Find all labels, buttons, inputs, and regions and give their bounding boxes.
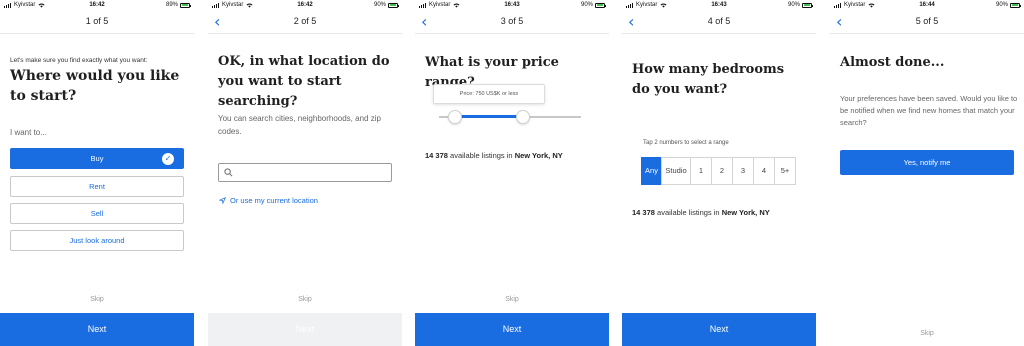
- step-indicator: 5 of 5: [915, 16, 939, 26]
- description-text: Your preferences have been saved. Would …: [840, 94, 1018, 127]
- step-indicator: 1 of 5: [85, 16, 109, 26]
- status-bar: Kyivstar 16:43 90%: [622, 0, 816, 12]
- i-want-to-label: I want to...: [10, 128, 47, 137]
- listings-text: available listings in: [450, 151, 513, 160]
- price-tooltip-label: Price: 750 US$K or less: [459, 91, 519, 97]
- nav-bar: ‹ 5 of 5: [830, 12, 1024, 34]
- next-button[interactable]: Next: [622, 313, 816, 346]
- listings-count: 14 378: [425, 151, 448, 160]
- location-arrow-icon: [219, 197, 226, 204]
- onboarding-screen-5: Kyivstar 16:44 90% ‹ 5 of 5 Almost done.…: [830, 0, 1024, 346]
- page-title: Where would you like to start?: [10, 68, 180, 104]
- price-slider[interactable]: [439, 110, 581, 124]
- price-tooltip: Price: 750 US$K or less: [433, 84, 545, 104]
- option-rent[interactable]: Rent: [10, 176, 184, 197]
- status-time: 16:42: [89, 2, 105, 8]
- battery-percent: 90%: [787, 2, 800, 8]
- step-indicator: 2 of 5: [293, 16, 317, 26]
- status-bar: Kyivstar 16:43 90%: [415, 0, 609, 12]
- status-time: 16:43: [504, 2, 520, 8]
- skip-button[interactable]: Skip: [830, 330, 1024, 337]
- bedroom-option-any[interactable]: Any: [641, 157, 662, 185]
- next-button[interactable]: Next: [415, 313, 609, 346]
- battery-percent: 89%: [165, 2, 178, 8]
- search-field[interactable]: [235, 166, 385, 179]
- current-location-link[interactable]: Or use my current location: [219, 196, 318, 205]
- battery-icon: [180, 2, 191, 8]
- option-label: Rent: [89, 182, 105, 191]
- status-time: 16:44: [919, 2, 935, 8]
- battery-icon: [1010, 2, 1021, 8]
- battery-percent: 90%: [373, 2, 386, 8]
- option-label: Buy: [90, 154, 104, 163]
- battery-icon: [802, 2, 813, 8]
- bedroom-option-studio[interactable]: Studio: [661, 157, 691, 185]
- next-button[interactable]: Next: [0, 313, 194, 346]
- bedroom-option-5-plus[interactable]: 5+: [774, 157, 796, 185]
- onboarding-screen-3: Kyivstar 16:43 90% ‹ 3 of 5 What is your…: [415, 0, 609, 346]
- check-circle-icon: ✓: [162, 153, 174, 165]
- status-bar: Kyivstar 16:42 89%: [0, 0, 194, 12]
- status-bar: Kyivstar 16:42 90%: [208, 0, 402, 12]
- step-indicator: 4 of 5: [707, 16, 731, 26]
- skip-button[interactable]: Skip: [0, 296, 194, 303]
- listings-location: New York, NY: [514, 151, 563, 160]
- listings-text: available listings in: [657, 208, 720, 217]
- step-indicator: 3 of 5: [500, 16, 524, 26]
- option-sell[interactable]: Sell: [10, 203, 184, 224]
- intro-text: Let's make sure you find exactly what yo…: [10, 57, 148, 64]
- skip-button[interactable]: Skip: [208, 296, 402, 303]
- listings-count: 14 378: [632, 208, 655, 217]
- notify-button[interactable]: Yes, notify me: [840, 150, 1014, 175]
- slider-handle-max[interactable]: [515, 110, 530, 124]
- skip-button[interactable]: Skip: [415, 296, 609, 303]
- option-label: Sell: [90, 209, 104, 218]
- page-title: Almost done...: [840, 55, 945, 70]
- bedroom-option-4[interactable]: 4: [753, 157, 775, 185]
- range-hint: Tap 2 numbers to select a range: [643, 140, 729, 146]
- battery-percent: 90%: [580, 2, 593, 8]
- bedroom-option-3[interactable]: 3: [732, 157, 754, 185]
- listings-summary: 14 378 available listings in New York, N…: [632, 208, 770, 217]
- nav-bar: ‹ 3 of 5: [415, 12, 609, 34]
- battery-icon: [388, 2, 399, 8]
- nav-bar: ‹ 2 of 5: [208, 12, 402, 34]
- status-bar: Kyivstar 16:44 90%: [830, 0, 1024, 12]
- battery-percent: 90%: [995, 2, 1008, 8]
- onboarding-screen-4: Kyivstar 16:43 90% ‹ 4 of 5 How many bed…: [622, 0, 816, 346]
- onboarding-screen-1: Kyivstar 16:42 89% 1 of 5 Let's make sur…: [0, 0, 194, 346]
- page-title: How many bedrooms do you want?: [632, 62, 785, 97]
- page-title: OK, in what location do you want to star…: [218, 54, 390, 109]
- search-input[interactable]: [218, 163, 392, 182]
- status-time: 16:42: [297, 2, 313, 8]
- description-text: You can search cities, neighborhoods, an…: [218, 114, 381, 136]
- bedroom-option-2[interactable]: 2: [711, 157, 733, 185]
- listings-summary: 14 378 available listings in New York, N…: [425, 151, 563, 160]
- onboarding-screen-2: Kyivstar 16:42 90% ‹ 2 of 5 OK, in what …: [208, 0, 402, 346]
- nav-bar: 1 of 5: [0, 12, 194, 34]
- slider-handle-min[interactable]: [447, 110, 462, 124]
- search-icon: [224, 168, 233, 177]
- status-time: 16:43: [711, 2, 727, 8]
- option-label: Just look around: [69, 236, 125, 245]
- next-button[interactable]: Next: [208, 313, 402, 346]
- option-just-look-around[interactable]: Just look around: [10, 230, 184, 251]
- bedroom-selector: Any Studio 1 2 3 4 5+: [641, 157, 796, 185]
- listings-location: New York, NY: [721, 208, 770, 217]
- nav-bar: ‹ 4 of 5: [622, 12, 816, 34]
- bedroom-option-1[interactable]: 1: [690, 157, 712, 185]
- option-buy[interactable]: Buy ✓: [10, 148, 184, 169]
- location-link-label: Or use my current location: [230, 196, 318, 205]
- slider-fill: [454, 115, 523, 118]
- battery-icon: [595, 2, 606, 8]
